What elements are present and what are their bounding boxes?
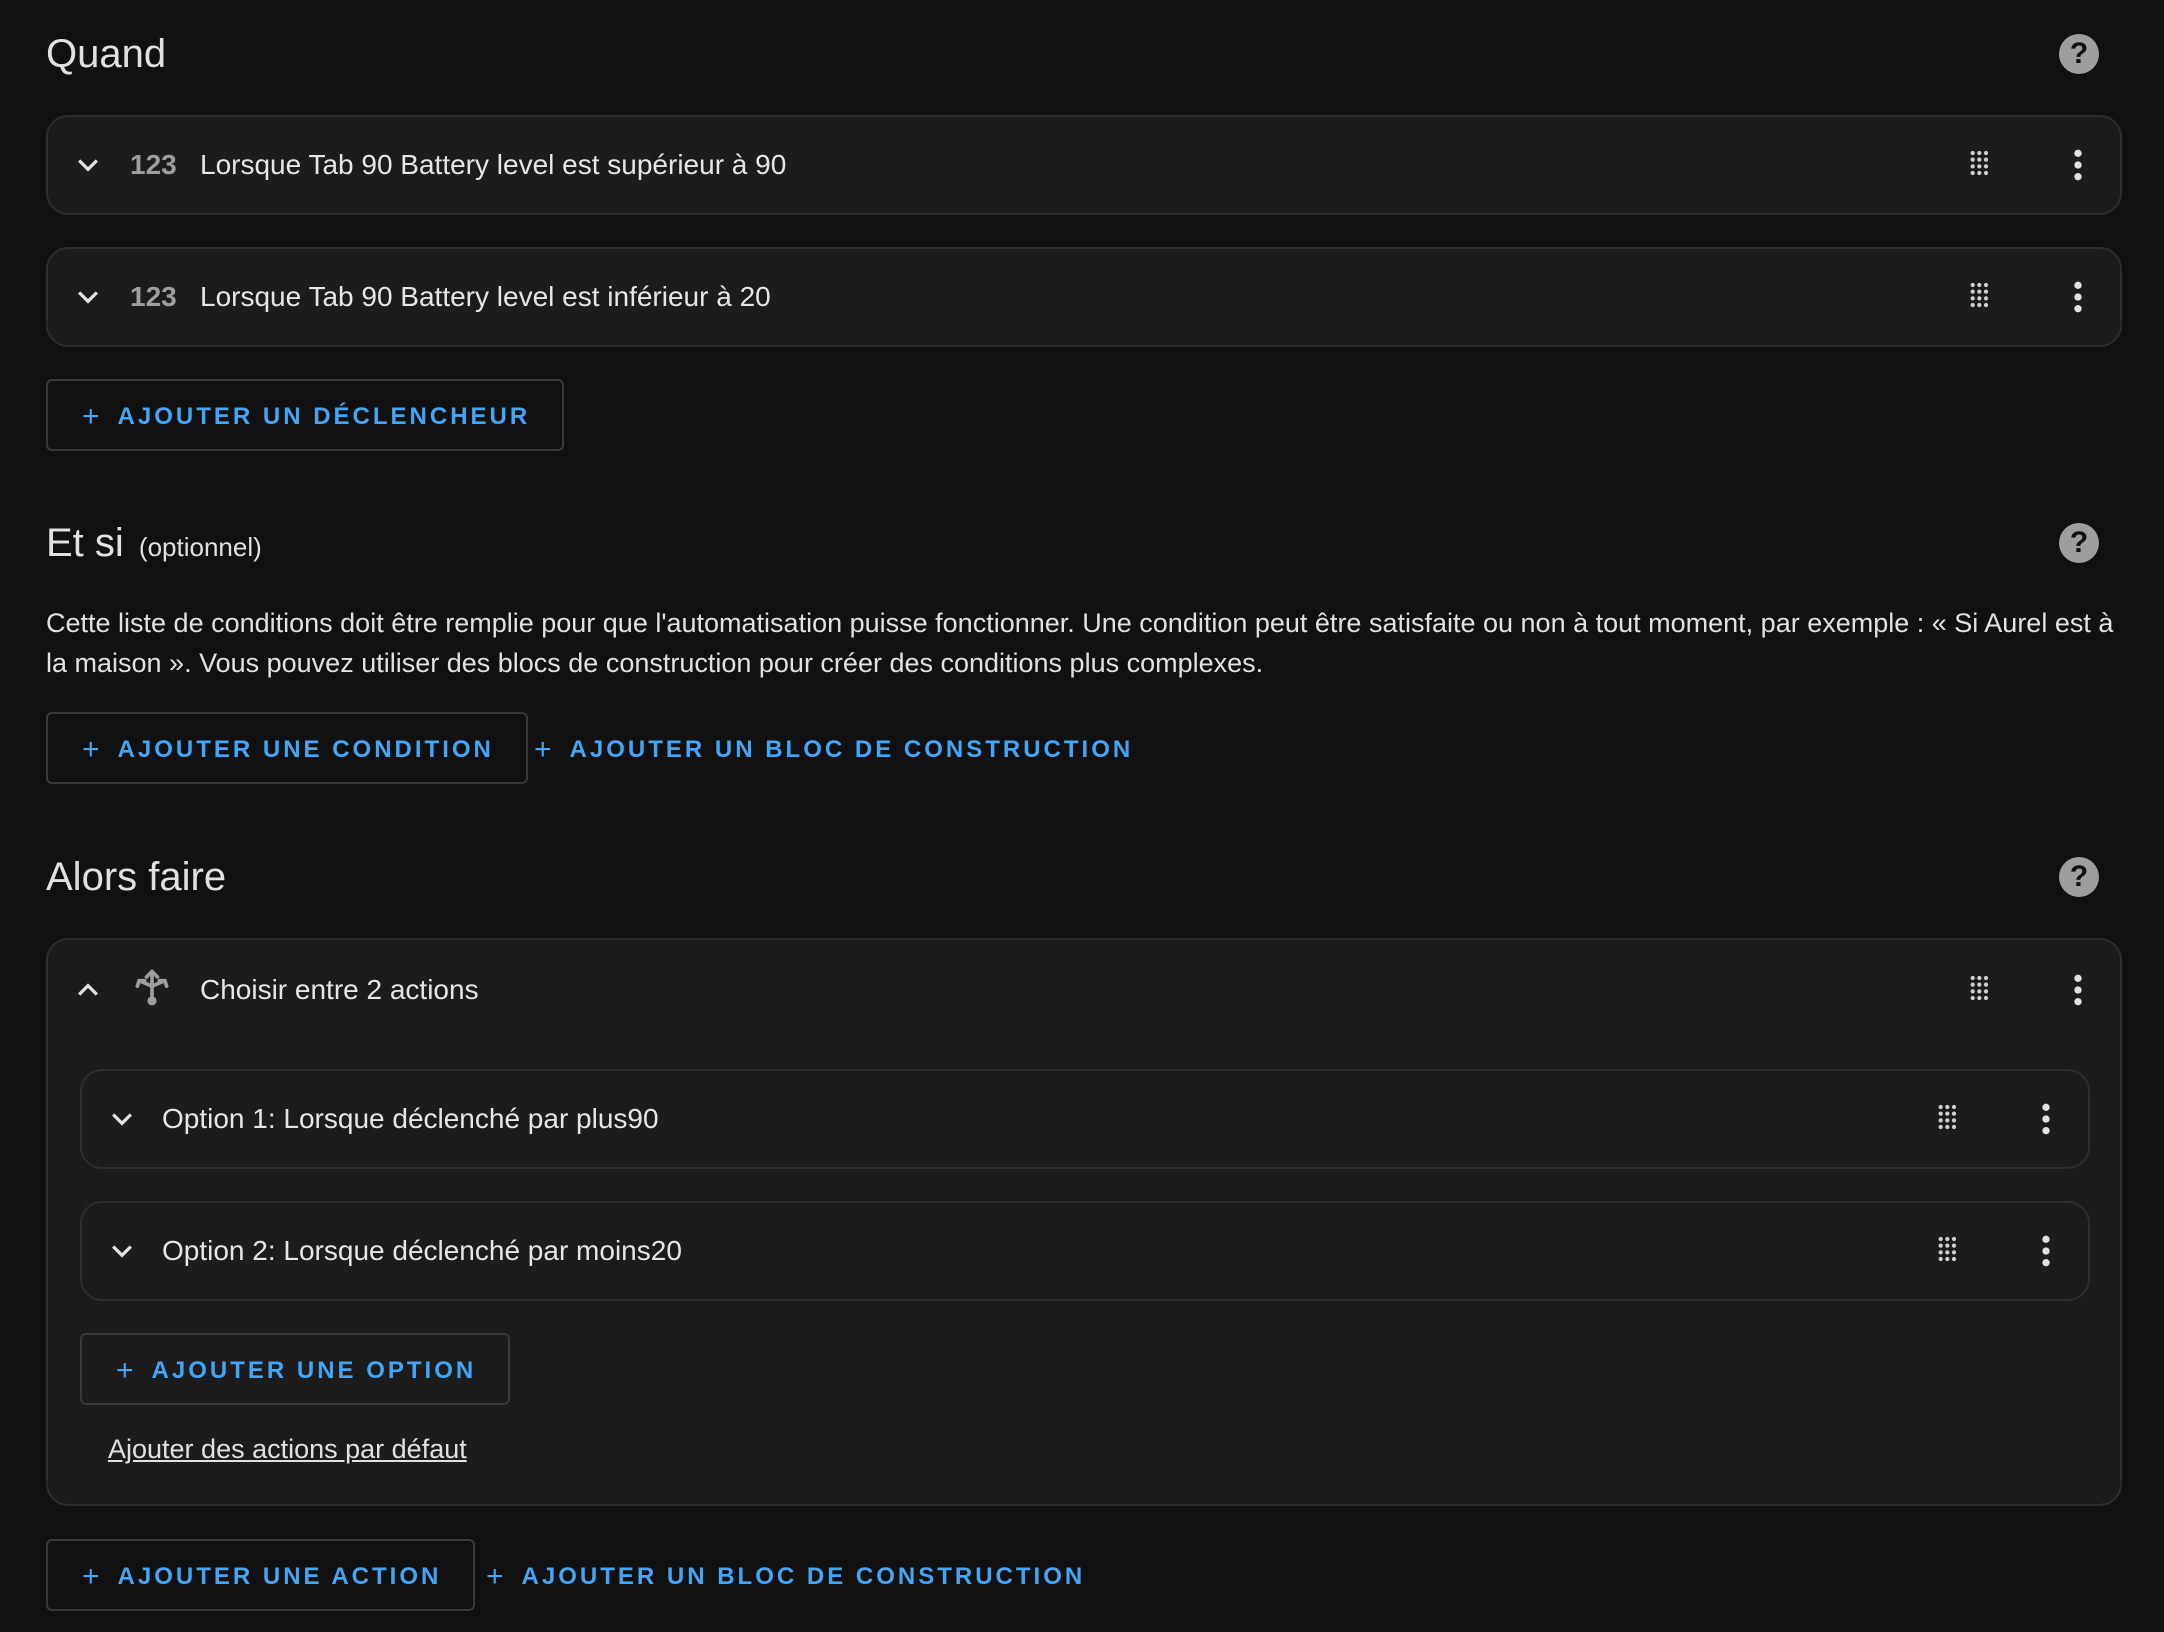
add-trigger-button[interactable]: + AJOUTER UN DÉCLENCHEUR bbox=[46, 379, 565, 451]
drag-handle-icon[interactable] bbox=[1934, 1235, 1966, 1267]
actions-header: Alors faire ? bbox=[46, 842, 2126, 912]
chevron-up-icon[interactable] bbox=[68, 970, 108, 1010]
triggers-title: Quand bbox=[46, 32, 167, 76]
plus-icon: + bbox=[486, 1560, 504, 1593]
conditions-help-icon[interactable]: ? bbox=[2059, 523, 2099, 563]
trigger-row-1[interactable]: 123 Lorsque Tab 90 Battery level est sup… bbox=[48, 117, 2120, 213]
numeric-state-icon: 123 bbox=[130, 149, 177, 180]
add-trigger-label: AJOUTER UN DÉCLENCHEUR bbox=[117, 403, 531, 430]
actions-title: Alors faire bbox=[46, 855, 227, 899]
choose-action-row[interactable]: Choisir entre 2 actions bbox=[48, 940, 2120, 1040]
chevron-down-icon[interactable] bbox=[68, 145, 108, 185]
add-condition-block-button[interactable]: + AJOUTER UN BLOC DE CONSTRUCTION bbox=[534, 712, 1133, 784]
drag-handle-icon[interactable] bbox=[1966, 281, 1998, 313]
conditions-description: Cette liste de conditions doit être remp… bbox=[46, 608, 2114, 678]
triggers-help-icon[interactable]: ? bbox=[2059, 34, 2099, 74]
add-action-block-button[interactable]: + AJOUTER UN BLOC DE CONSTRUCTION bbox=[486, 1539, 1085, 1611]
add-action-label: AJOUTER UNE ACTION bbox=[117, 1563, 442, 1590]
drag-handle-icon[interactable] bbox=[1966, 974, 1998, 1006]
add-option-label: AJOUTER UNE OPTION bbox=[151, 1357, 477, 1384]
plus-icon: + bbox=[82, 733, 100, 766]
trigger-row-2[interactable]: 123 Lorsque Tab 90 Battery level est inf… bbox=[48, 249, 2120, 345]
add-action-block-label: AJOUTER UN BLOC DE CONSTRUCTION bbox=[521, 1563, 1086, 1590]
drag-handle-icon[interactable] bbox=[1966, 149, 1998, 181]
actions-help-icon[interactable]: ? bbox=[2059, 857, 2099, 897]
drag-handle-icon[interactable] bbox=[1934, 1103, 1966, 1135]
add-action-button[interactable]: + AJOUTER UNE ACTION bbox=[46, 1539, 476, 1611]
plus-icon: + bbox=[82, 1560, 100, 1593]
trigger-label-2: Lorsque Tab 90 Battery level est inférie… bbox=[200, 281, 771, 312]
add-condition-block-label: AJOUTER UN BLOC DE CONSTRUCTION bbox=[569, 736, 1134, 763]
add-condition-button[interactable]: + AJOUTER UNE CONDITION bbox=[46, 712, 528, 784]
option-label-2: Option 2: Lorsque déclenché par moins20 bbox=[162, 1235, 682, 1266]
triggers-header: Quand ? bbox=[46, 19, 2126, 89]
plus-icon: + bbox=[82, 400, 100, 433]
choose-arrows-icon bbox=[135, 969, 169, 1006]
option-card-2[interactable]: Option 2: Lorsque déclenché par moins20 bbox=[80, 1201, 2090, 1301]
trigger-card-1[interactable]: 123 Lorsque Tab 90 Battery level est sup… bbox=[46, 115, 2122, 215]
numeric-state-icon: 123 bbox=[130, 281, 177, 312]
more-vertical-icon[interactable] bbox=[2058, 277, 2098, 317]
more-vertical-icon[interactable] bbox=[2058, 145, 2098, 185]
plus-icon: + bbox=[534, 733, 552, 766]
add-option-button[interactable]: + AJOUTER UNE OPTION bbox=[80, 1333, 511, 1405]
plus-icon: + bbox=[116, 1354, 134, 1387]
conditions-title: Et si (optionnel) bbox=[46, 508, 262, 582]
chevron-down-icon[interactable] bbox=[102, 1231, 142, 1271]
option-row-2[interactable]: Option 2: Lorsque déclenché par moins20 bbox=[82, 1203, 2088, 1299]
optional-label: (optionnel) bbox=[138, 532, 262, 562]
conditions-title-text: Et si bbox=[46, 521, 124, 565]
choose-action-card[interactable]: Choisir entre 2 actions Option 1: Lorsqu… bbox=[46, 938, 2122, 1506]
add-condition-label: AJOUTER UNE CONDITION bbox=[117, 736, 494, 763]
conditions-header: Et si (optionnel) ? bbox=[46, 508, 2126, 578]
trigger-card-2[interactable]: 123 Lorsque Tab 90 Battery level est inf… bbox=[46, 247, 2122, 347]
option-label-1: Option 1: Lorsque déclenché par plus90 bbox=[162, 1103, 659, 1134]
option-row-1[interactable]: Option 1: Lorsque déclenché par plus90 bbox=[82, 1071, 2088, 1167]
choose-action-label: Choisir entre 2 actions bbox=[200, 974, 479, 1005]
more-vertical-icon[interactable] bbox=[2026, 1231, 2066, 1271]
option-card-1[interactable]: Option 1: Lorsque déclenché par plus90 bbox=[80, 1069, 2090, 1169]
add-default-actions-link[interactable]: Ajouter des actions par défaut bbox=[108, 1434, 467, 1465]
chevron-down-icon[interactable] bbox=[102, 1099, 142, 1139]
chevron-down-icon[interactable] bbox=[68, 277, 108, 317]
trigger-label-1: Lorsque Tab 90 Battery level est supérie… bbox=[200, 149, 787, 180]
more-vertical-icon[interactable] bbox=[2058, 970, 2098, 1010]
more-vertical-icon[interactable] bbox=[2026, 1099, 2066, 1139]
